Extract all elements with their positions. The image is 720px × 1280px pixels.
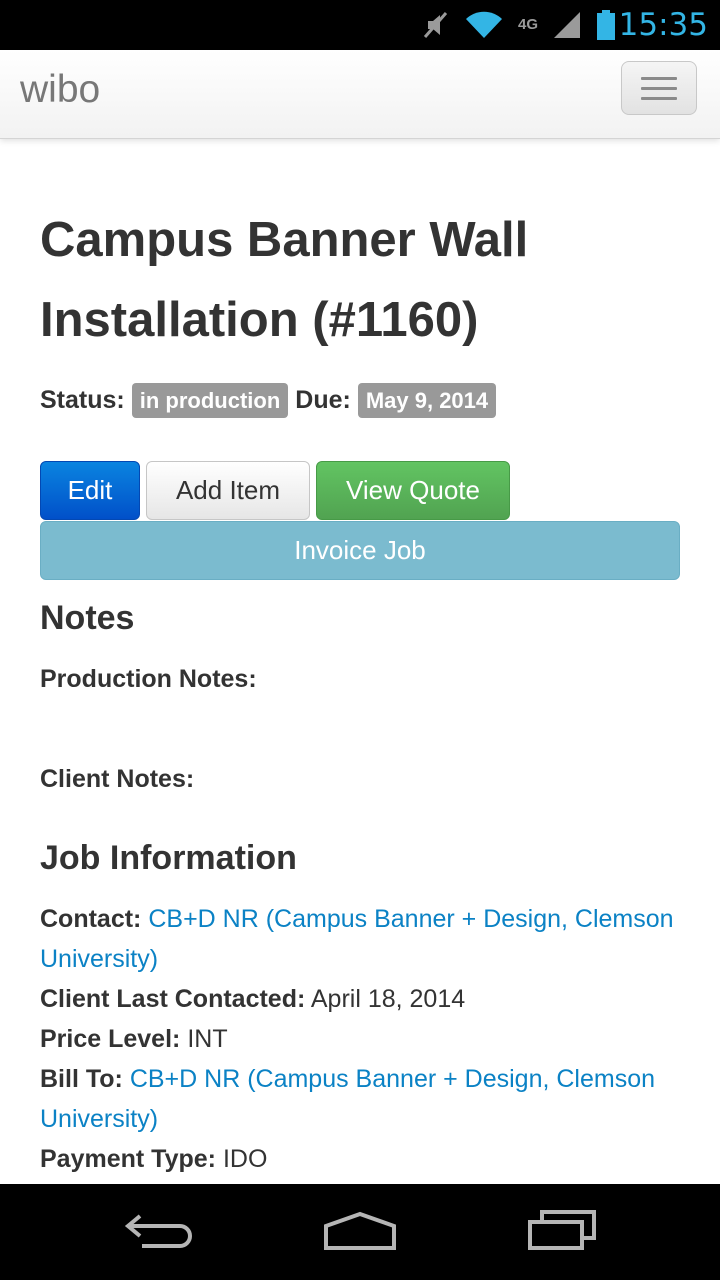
hamburger-icon-bar [641, 96, 677, 100]
payment-type-field: Payment Type: IDO [40, 1139, 680, 1179]
payment-type-value: IDO [222, 1145, 268, 1173]
bill-to-field: Bill To: CB+D NR (Campus Banner + Design… [40, 1059, 680, 1139]
due-date-badge: May 9, 2014 [357, 383, 497, 418]
action-buttons: Edit Add Item View Quote [40, 461, 510, 520]
client-notes-label: Client Notes: [40, 765, 195, 793]
network-4g-icon: 4G [517, 16, 538, 33]
add-item-button[interactable]: Add Item [146, 461, 310, 520]
last-contacted-field: Client Last Contacted: April 18, 2014 [40, 979, 680, 1019]
status-line: Status: in production Due: May 9, 2014 [40, 383, 503, 418]
contact-label: Contact: [40, 905, 142, 933]
bill-to-link[interactable]: CB+D NR (Campus Banner + Design, Clemson… [40, 1065, 655, 1133]
view-quote-button[interactable]: View Quote [316, 461, 510, 520]
payment-type-label: Payment Type: [40, 1145, 216, 1173]
brand-logo[interactable]: wibo [20, 50, 100, 138]
home-icon[interactable] [322, 1208, 398, 1257]
bill-to-label: Bill To: [40, 1065, 123, 1093]
job-detail-content: Campus Banner Wall Installation (#1160) … [40, 200, 680, 1173]
status-label: Status: [40, 386, 125, 414]
status-badge: in production [131, 383, 289, 418]
price-level-value: INT [187, 1025, 228, 1053]
recent-apps-icon[interactable] [526, 1208, 598, 1257]
battery-icon [596, 9, 616, 41]
last-contacted-value: April 18, 2014 [310, 985, 466, 1013]
back-icon[interactable] [124, 1208, 196, 1257]
client-notes: Client Notes: [40, 759, 680, 799]
production-notes: Production Notes: [40, 659, 680, 699]
mute-icon [422, 10, 450, 40]
hamburger-icon-bar [641, 86, 677, 90]
contact-field: Contact: CB+D NR (Campus Banner + Design… [40, 899, 680, 979]
notes-heading: Notes [40, 599, 135, 637]
invoice-job-button[interactable]: Invoice Job [40, 521, 680, 580]
due-label: Due: [295, 386, 351, 414]
price-level-label: Price Level: [40, 1025, 181, 1053]
job-information-heading: Job Information [40, 839, 297, 877]
wifi-icon [464, 10, 504, 40]
price-level-field: Price Level: INT [40, 1019, 680, 1059]
signal-icon [552, 10, 582, 40]
status-bar: 4G 15:35 [0, 0, 720, 50]
clock: 15:35 [618, 7, 708, 43]
edit-button[interactable]: Edit [40, 461, 140, 520]
system-navigation-bar [0, 1184, 720, 1280]
hamburger-icon-bar [641, 76, 677, 80]
production-notes-label: Production Notes: [40, 665, 257, 693]
menu-toggle-button[interactable] [621, 61, 697, 115]
app-navbar: wibo [0, 50, 720, 139]
page-title: Campus Banner Wall Installation (#1160) [40, 213, 529, 347]
last-contacted-label: Client Last Contacted: [40, 985, 306, 1013]
